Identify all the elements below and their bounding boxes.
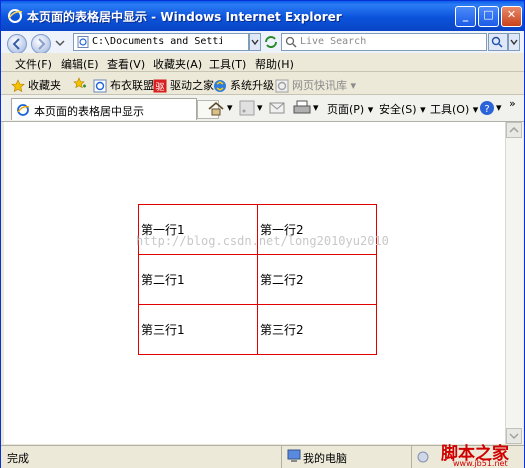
fav-item-web-slice[interactable]: 网页快讯库 ▾ <box>275 77 356 93</box>
search-icon <box>285 36 297 48</box>
browser-window: 本页面的表格居中显示 - Windows Internet Explorer _… <box>0 0 525 468</box>
minimize-button[interactable]: _ <box>455 6 476 27</box>
fav-item-qudongzhijia[interactable]: 驱驱动之家 <box>153 77 214 93</box>
page-content: 第一行1 第一行2 第二行1 第二行2 第三行1 第三行2 http://blo… <box>4 122 505 444</box>
page-menu-label: 页面(P) <box>327 103 365 116</box>
protected-mode-icon[interactable] <box>417 450 433 464</box>
print-dropdown[interactable]: ▾ <box>313 101 319 114</box>
table-cell: 第二行1 <box>138 254 258 305</box>
address-text[interactable]: C:\Documents and Settings\ <box>92 36 222 47</box>
ie-logo-icon <box>8 9 23 23</box>
fav-label: 布衣联盟 <box>110 79 154 92</box>
safety-menu-label: 安全(S) <box>379 103 417 116</box>
windows-update-icon <box>214 80 226 92</box>
svg-text:?: ? <box>484 104 489 115</box>
history-dropdown-icon[interactable] <box>55 39 65 47</box>
status-text: 完成 <box>7 452 29 465</box>
stop-button-area <box>262 33 280 51</box>
feeds-icon[interactable] <box>239 100 255 116</box>
menu-tools[interactable]: 工具(T) <box>209 56 246 72</box>
favorites-button[interactable]: 收藏夹 <box>11 77 61 93</box>
back-button[interactable] <box>7 34 27 54</box>
chevron-down-icon <box>510 39 518 46</box>
fav-label: 驱动之家 <box>170 79 214 92</box>
chevron-down-icon <box>251 39 259 46</box>
back-arrow-icon <box>12 38 20 50</box>
status-divider <box>281 446 282 468</box>
chevron-up-icon <box>509 126 519 133</box>
help-dropdown[interactable]: ▾ <box>496 101 502 114</box>
table-row: 第三行1 第三行2 <box>138 304 377 355</box>
forward-button[interactable] <box>31 34 51 54</box>
centered-table: 第一行1 第一行2 第二行1 第二行2 第三行1 第三行2 <box>138 204 377 355</box>
forward-arrow-icon <box>38 38 46 50</box>
add-favorite-button[interactable] <box>73 77 90 91</box>
title-bar[interactable]: 本页面的表格居中显示 - Windows Internet Explorer _… <box>1 1 524 31</box>
table-row: 第二行1 第二行2 <box>138 254 377 305</box>
menu-help[interactable]: 帮助(H) <box>255 56 294 72</box>
menu-edit[interactable]: 编辑(E) <box>61 56 99 72</box>
table-cell: 第三行1 <box>138 304 258 355</box>
address-bar[interactable]: C:\Documents and Settings\ <box>73 33 249 51</box>
tools-menu-label: 工具(O) <box>430 103 470 116</box>
address-dropdown[interactable] <box>249 33 261 51</box>
svg-text:驱: 驱 <box>155 82 164 93</box>
fav-item-buyilianmeng[interactable]: 布衣联盟 <box>93 77 154 93</box>
feeds-dropdown[interactable]: ▾ <box>257 101 263 114</box>
driver-home-icon: 驱 <box>153 79 167 93</box>
chevron-down-icon <box>509 433 519 440</box>
maximize-button[interactable]: □ <box>478 6 499 27</box>
menu-favorites[interactable]: 收藏夹(A) <box>153 56 202 72</box>
toolbar-overflow-icon[interactable]: » <box>509 97 516 110</box>
blog-watermark: http://blog.csdn.net/long2010yu2010 <box>136 234 389 248</box>
page-menu[interactable]: 页面(P) ▾ <box>327 101 373 117</box>
scroll-up-button[interactable] <box>506 122 522 138</box>
add-favorite-icon <box>73 77 86 89</box>
search-options-dropdown[interactable] <box>508 33 520 51</box>
tab-current[interactable]: 本页面的表格居中显示 <box>11 98 197 120</box>
table-cell: 第三行2 <box>257 304 377 355</box>
fav-label: 网页快讯库 <box>292 79 347 92</box>
close-button[interactable]: ✕ <box>501 6 522 27</box>
search-button[interactable] <box>488 33 508 51</box>
search-go-icon <box>491 36 503 48</box>
web-slice-icon <box>275 79 289 93</box>
minimize-icon: _ <box>462 9 469 22</box>
mail-icon[interactable] <box>269 101 285 115</box>
tab-label: 本页面的表格居中显示 <box>34 105 144 118</box>
window-title: 本页面的表格居中显示 - Windows Internet Explorer <box>27 10 342 24</box>
favorites-label: 收藏夹 <box>28 79 61 92</box>
search-box[interactable]: Live Search <box>281 33 487 51</box>
ie-page-icon <box>93 79 107 93</box>
menu-file[interactable]: 文件(F) <box>15 56 52 72</box>
home-icon[interactable] <box>207 100 225 118</box>
status-divider <box>411 446 412 468</box>
computer-zone-icon <box>287 449 301 462</box>
page-icon <box>77 36 89 48</box>
safety-menu[interactable]: 安全(S) ▾ <box>379 101 426 117</box>
vertical-scrollbar[interactable] <box>505 122 523 444</box>
star-icon <box>11 79 25 93</box>
ie-tab-icon <box>17 104 30 116</box>
fav-label: 系统升级 <box>230 79 274 92</box>
home-dropdown[interactable]: ▾ <box>227 101 233 114</box>
fav-item-xitongshengji[interactable]: 系统升级 <box>213 77 274 93</box>
maximize-icon: □ <box>483 8 494 21</box>
search-placeholder: Live Search <box>300 36 367 47</box>
tools-menu[interactable]: 工具(O) ▾ <box>430 101 478 117</box>
help-icon[interactable]: ? <box>479 100 495 116</box>
table-cell: 第二行2 <box>257 254 377 305</box>
print-icon[interactable] <box>293 100 311 116</box>
menu-view[interactable]: 查看(V) <box>107 56 145 72</box>
close-icon: ✕ <box>506 8 517 21</box>
security-zone-label: 我的电脑 <box>303 452 347 465</box>
site-url-watermark: www.jb51.net <box>453 459 508 468</box>
